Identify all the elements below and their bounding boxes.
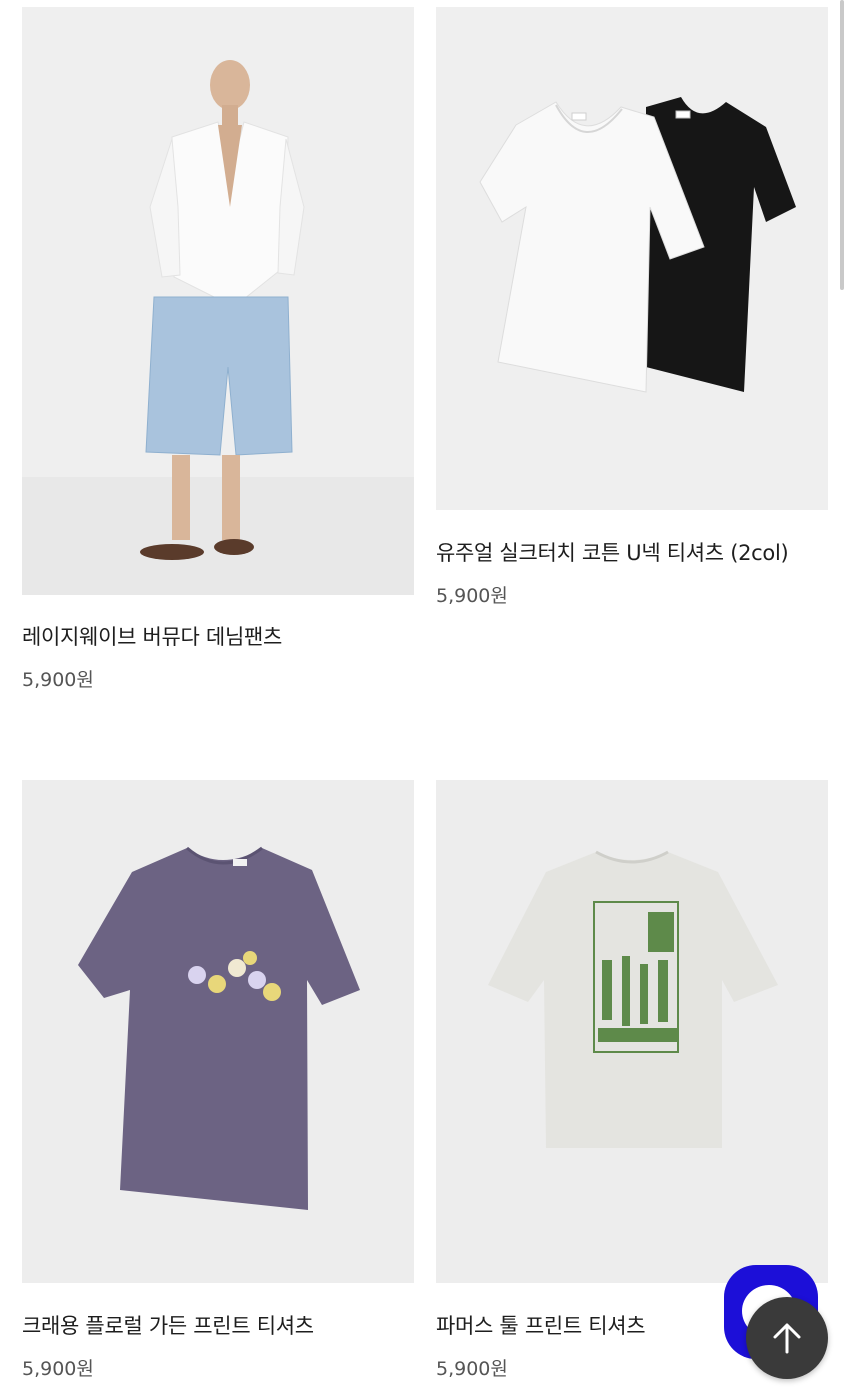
product-name[interactable]: 크래용 플로럴 가든 프린트 티셔츠: [22, 1310, 414, 1340]
product-price: 5,900원: [436, 585, 508, 607]
scrollbar[interactable]: [840, 0, 844, 290]
product-image-purple-floral-tshirt[interactable]: [22, 780, 414, 1283]
product-image-gray-garden-tool-tshirt[interactable]: [436, 780, 828, 1283]
product-card[interactable]: 크래용 플로럴 가든 프린트 티셔츠 5,900원: [22, 780, 414, 1381]
scroll-to-top-button[interactable]: [746, 1297, 828, 1379]
product-grid-page: 레이지웨이브 버뮤다 데님팬츠 5,900원 유주얼 실크터치 코튼 U넥 티셔…: [0, 0, 850, 1391]
product-name[interactable]: 레이지웨이브 버뮤다 데님팬츠: [22, 621, 414, 651]
arrow-up-icon: [773, 1323, 801, 1354]
product-price: 5,900원: [22, 1358, 94, 1380]
product-image-white-black-tshirts[interactable]: [436, 7, 828, 510]
product-image-model-denim-shorts[interactable]: [22, 7, 414, 595]
product-name[interactable]: 유주얼 실크터치 코튼 U넥 티셔츠 (2col): [436, 537, 828, 567]
product-card[interactable]: 유주얼 실크터치 코튼 U넥 티셔츠 (2col) 5,900원: [436, 7, 828, 608]
product-price: 5,900원: [22, 669, 94, 691]
product-card[interactable]: 레이지웨이브 버뮤다 데님팬츠 5,900원: [22, 7, 414, 692]
